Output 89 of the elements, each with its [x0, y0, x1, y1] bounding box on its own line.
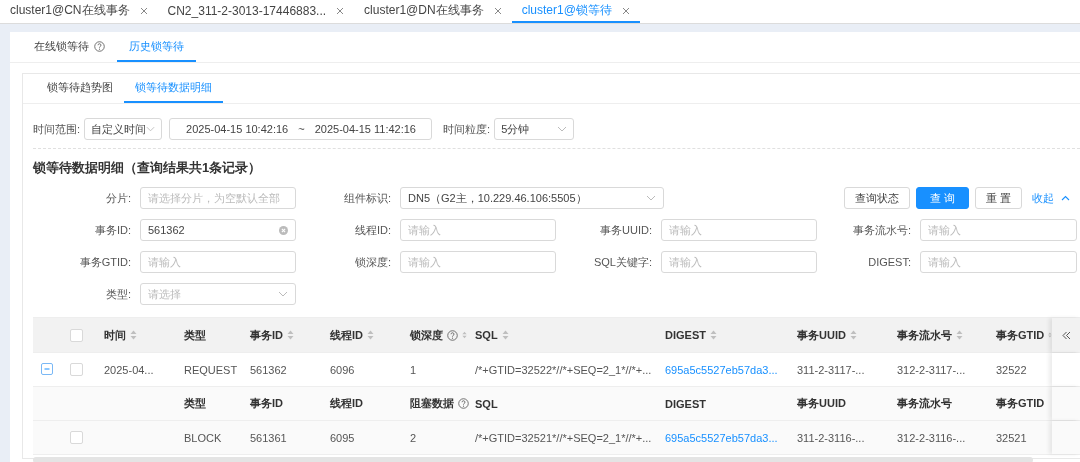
field-label: 组件标识:	[342, 190, 392, 206]
checkbox[interactable]	[70, 431, 83, 444]
section-title: 锁等待数据明细（查询结果共1条记录）	[33, 159, 263, 177]
table-cell: 311-2-3116-...	[797, 431, 865, 444]
chevron-down-icon	[557, 126, 568, 132]
table-cell: 32521	[996, 431, 1027, 444]
field-label: 事务GTID:	[78, 254, 132, 270]
double-chevron-icon[interactable]	[1061, 330, 1071, 340]
help-icon	[447, 329, 458, 341]
date-range-field[interactable]: 2025-04-15 10:42:16 ~ 2025-04-15 11:42:16	[169, 118, 433, 140]
collapse-row-icon[interactable]	[41, 362, 53, 375]
chevron-down-icon	[146, 126, 156, 132]
sort-icon[interactable]	[462, 330, 467, 340]
field-label: 分片:	[104, 190, 132, 206]
sort-icon[interactable]	[367, 330, 374, 340]
close-icon[interactable]	[336, 6, 345, 15]
table-cell: BLOCK	[184, 431, 222, 444]
sort-icon[interactable]	[501, 330, 509, 340]
column-header: 事务流水号	[896, 396, 953, 411]
sort-icon[interactable]	[956, 330, 963, 340]
table-cell: 312-2-3116-...	[897, 431, 966, 444]
window-tab[interactable]: cluster1@CN在线事务	[0, 0, 158, 23]
table-cell: 311-2-3117-...	[797, 363, 865, 376]
page-tab[interactable]: 在线锁等待	[22, 32, 117, 62]
input-field[interactable]: 561362	[140, 219, 296, 241]
help-icon	[458, 398, 469, 409]
close-icon[interactable]	[139, 6, 148, 15]
close-icon[interactable]	[621, 6, 630, 15]
column-header: 类型	[183, 396, 207, 411]
window-tab[interactable]: CN2_311-2-3013-17446883...	[157, 0, 355, 23]
column-header[interactable]: SQL	[467, 329, 657, 341]
field-label: 事务UUID:	[599, 222, 653, 238]
column-header: 阻塞数据	[402, 396, 467, 411]
table-cell: 6095	[330, 431, 355, 444]
column-header: 类型	[183, 327, 207, 343]
field-label: 事务ID:	[93, 222, 132, 238]
chevron-down-icon	[278, 291, 288, 297]
field-label: SQL关键字:	[592, 254, 653, 270]
column-header[interactable]: 时间	[96, 327, 176, 343]
field-label: 线程ID:	[353, 222, 392, 238]
sort-icon[interactable]	[849, 330, 857, 340]
field-label: 事务流水号:	[851, 222, 912, 238]
action-button[interactable]: 查询状态	[843, 187, 910, 209]
table-cell: REQUEST	[184, 363, 238, 376]
column-header: 事务UUID	[796, 396, 847, 411]
column-header: 事务GTID	[995, 396, 1046, 411]
table-cell: /*+GTID=32521*//*+SEQ=2_1*//*+...	[475, 431, 652, 444]
table-cell: 2025-04...	[104, 363, 154, 376]
table-cell: 312-2-3117-...	[897, 363, 966, 376]
column-header: 事务ID	[249, 396, 284, 411]
table-cell: 561362	[250, 363, 287, 376]
field-label: 锁深度:	[353, 254, 392, 270]
column-header[interactable]: 事务UUID	[789, 327, 889, 343]
granularity-select[interactable]: 5分钟	[494, 118, 575, 140]
table-cell: 561361	[250, 431, 287, 444]
field-label: DIGEST:	[867, 256, 912, 268]
scrollbar[interactable]	[33, 457, 1033, 462]
sort-icon[interactable]	[130, 330, 137, 340]
column-header[interactable]: 线程ID	[322, 327, 402, 343]
column-header[interactable]: 事务ID	[242, 327, 322, 343]
close-icon[interactable]	[493, 6, 502, 15]
field-label: 类型:	[104, 286, 132, 302]
clear-icon[interactable]	[279, 225, 288, 235]
table-cell: 6096	[330, 363, 355, 376]
time-range-label: 时间范围:	[33, 121, 81, 137]
action-button[interactable]: 重 置	[974, 187, 1022, 209]
granularity-label: 时间粒度:	[443, 121, 491, 137]
column-header: SQL	[474, 397, 499, 410]
column-header[interactable]: 事务GTID	[988, 327, 1052, 343]
checkbox[interactable]	[70, 363, 83, 376]
select-field[interactable]: DN5（G2主，10.229.46.106:5505）	[400, 187, 664, 209]
sort-icon[interactable]	[709, 330, 717, 340]
sub-tab[interactable]: 锁等待趋势图	[36, 74, 124, 103]
help-icon	[94, 40, 105, 52]
chevron-down-icon	[646, 195, 656, 201]
time-range-select[interactable]: 自定义时间	[84, 118, 163, 140]
checkbox[interactable]	[70, 328, 83, 342]
table-cell: /*+GTID=32522*//*+SEQ=2_1*//*+...	[475, 363, 652, 376]
chevron-up-icon	[1061, 195, 1070, 201]
table-cell: 2	[410, 431, 417, 444]
sort-icon[interactable]	[287, 330, 294, 340]
window-tab[interactable]: cluster1@DN在线事务	[354, 0, 512, 23]
column-header: DIGEST	[664, 397, 707, 410]
column-header[interactable]: 事务流水号	[889, 327, 988, 343]
column-header[interactable]: DIGEST	[657, 329, 789, 341]
table-cell: 1	[410, 363, 417, 376]
column-header[interactable]: 锁深度	[402, 327, 467, 343]
table-cell: 32522	[996, 363, 1027, 376]
column-header: 线程ID	[329, 396, 364, 411]
